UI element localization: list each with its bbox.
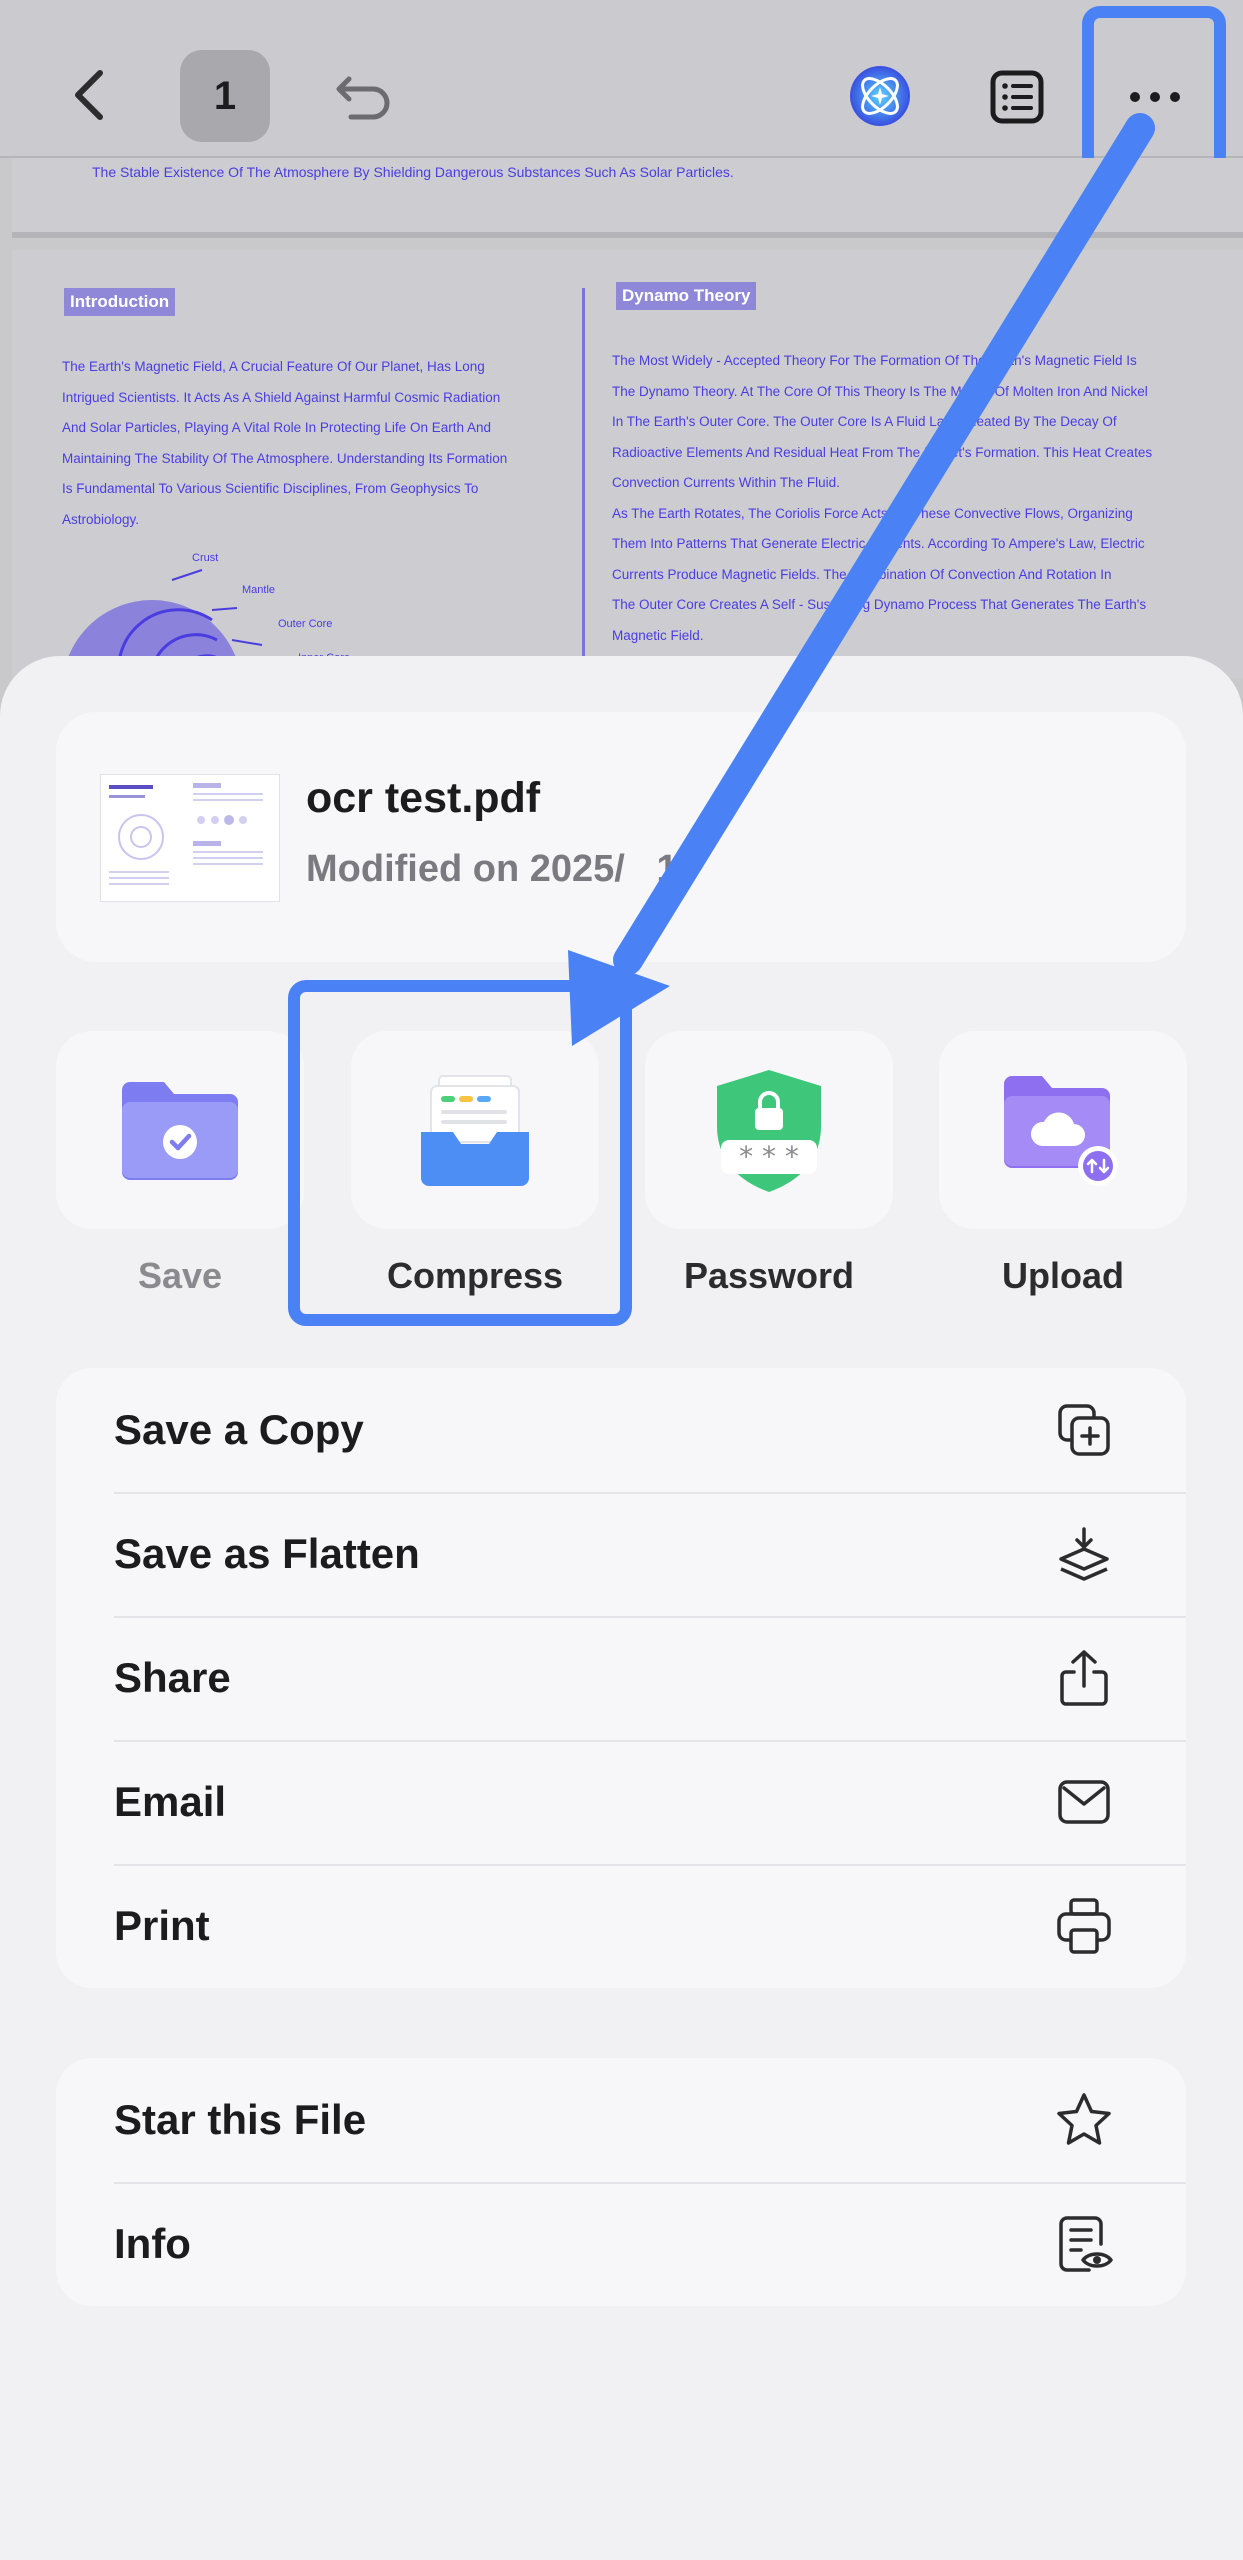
info-document-icon [1054,2214,1114,2274]
file-actions-sheet: ocr test.pdf Modified on 2025/ 10 Save C… [0,656,1243,2560]
save-as-flatten-item[interactable]: Save as Flatten [56,1492,1186,1616]
password-label: Password [683,1255,855,1296]
copy-plus-icon [1054,1400,1114,1460]
share-item[interactable]: Share [56,1616,1186,1740]
outline-icon [990,70,1044,124]
compress-icon [421,1075,529,1186]
printer-icon [1054,1896,1114,1956]
upload-action[interactable]: Upload [939,1031,1187,1297]
outline-button[interactable] [976,56,1058,138]
share-label: Share [114,1654,231,1701]
info-item[interactable]: Info [56,2182,1186,2306]
save-label: Save [137,1255,223,1296]
file-name: ocr test.pdf [306,774,541,822]
document-view: The Stable Existence Of The Atmosphere B… [0,158,1243,678]
diagram-label-crust: Crust [192,552,219,564]
star-file-item[interactable]: Star this File [56,2058,1186,2182]
upload-action-tile[interactable] [939,1031,1187,1229]
svg-text:* * *: * * * [739,1140,799,1173]
email-label: Email [114,1778,227,1825]
diagram-label-mantle: Mantle [242,584,276,596]
dynamo-text: The Most Widely - Accepted Theory For Th… [612,353,1153,643]
compress-label: Compress [386,1255,564,1296]
intro-heading: Introduction [64,288,176,316]
previous-page-strip: The Stable Existence Of The Atmosphere B… [12,158,1243,238]
save-action[interactable]: Save [56,1031,304,1297]
save-a-copy-item[interactable]: Save a Copy [56,1368,1186,1492]
password-action[interactable]: * * * Password [645,1031,893,1297]
compress-action[interactable]: Compress [351,1031,599,1297]
undo-button[interactable] [320,50,410,142]
file-thumbnail [100,774,280,902]
mail-icon [1054,1772,1114,1832]
star-file-label: Star this File [114,2096,367,2143]
more-icon [1130,92,1180,102]
ai-assistant-button[interactable] [840,56,920,136]
flatten-layers-icon [1054,1524,1114,1584]
page-number: 1 [213,73,237,118]
save-as-flatten-label: Save as Flatten [114,1530,420,1577]
print-label: Print [114,1902,210,1949]
ai-assistant-icon [850,66,910,126]
file-menu-group: Save a Copy Save as Flatten Share Email … [56,1368,1186,1988]
back-icon [75,70,103,120]
password-shield-icon: * * * [717,1070,821,1192]
undo-icon [336,76,390,120]
star-icon [1054,2090,1114,2150]
save-action-tile[interactable] [56,1031,304,1229]
column-divider [582,288,585,678]
share-icon [1054,1648,1114,1708]
cloud-upload-folder-icon [1004,1076,1118,1186]
top-toolbar: 1 [0,0,1243,158]
file-modified-date: Modified on 2025/ 10 [306,848,699,890]
more-options-button[interactable] [1090,56,1220,138]
document-page: Introduction The Earth's Magnetic Field,… [12,250,1243,678]
file-extra-menu-group: Star this File Info [56,2058,1186,2306]
file-info-card: ocr test.pdf Modified on 2025/ 10 [56,712,1186,962]
email-item[interactable]: Email [56,1740,1186,1864]
password-action-tile[interactable]: * * * [645,1031,893,1229]
save-folder-icon [122,1082,238,1180]
page-number-button[interactable]: 1 [180,50,270,142]
previous-page-text: The Stable Existence Of The Atmosphere B… [92,164,734,180]
upload-label: Upload [1002,1255,1124,1296]
print-item[interactable]: Print [56,1864,1186,1988]
diagram-label-outer-core: Outer Core [278,618,333,630]
intro-text: The Earth's Magnetic Field, A Crucial Fe… [62,359,508,527]
compress-action-tile[interactable] [351,1031,599,1229]
back-button[interactable] [50,50,130,140]
save-a-copy-label: Save a Copy [114,1406,364,1453]
dynamo-heading: Dynamo Theory [616,282,757,310]
info-label: Info [114,2220,191,2267]
